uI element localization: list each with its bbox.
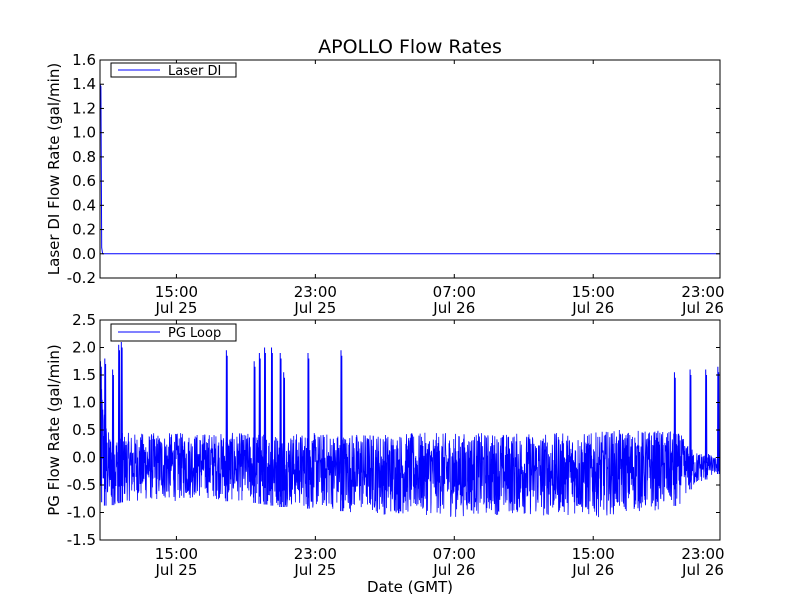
pg-loop-y-tick-label: 1.0 [72,394,96,412]
pg-loop-plot-frame [99,319,721,541]
figure-title: APOLLO Flow Rates [318,36,502,58]
laser-di-series-line [100,84,720,255]
pg-loop-spike [282,372,286,508]
laser-di-y-tick-label: -0.2 [67,269,96,287]
pg-loop-x-tick-date: Jul 26 [681,561,724,579]
pg-loop-spike [117,344,121,504]
pg-loop-y-tick-label: 2.0 [72,339,96,357]
laser-di-y-tick-label: 1.4 [72,75,96,93]
laser-di-y-tick-label: 0.2 [72,221,96,239]
pg-loop-spike [258,352,262,504]
pg-loop-x-tick-date: Jul 26 [571,561,614,579]
laser-di-y-tick-label: 0.0 [72,245,96,263]
laser-di-y-tick-label: 0.8 [72,148,96,166]
pg-loop-y-tick-label: 0.5 [72,421,96,439]
laser-di-x-tick-date: Jul 26 [571,299,614,317]
figure: APOLLO Flow Rates -0.2 0.0 0.2 0.4 0.6 0.8 1.0… [45,36,725,596]
laser-di-y-tick-label: 1.6 [72,51,96,69]
pg-loop-y-tick-label: 0.0 [72,449,96,467]
pg-loop-y-tick-label: 1.5 [72,366,96,384]
pg-loop-spike [279,352,282,508]
laser-di-x-tick-date: Jul 25 [293,299,336,317]
laser-di-legend: Laser DI [110,62,237,79]
pg-loop-y-tick-label: -0.5 [67,476,96,494]
laser-di-plot-frame [99,59,721,279]
pg-loop-spike [253,361,256,503]
laser-di-y-tick-label: 1.0 [72,124,96,142]
pg-loop-x-tick-date: Jul 26 [432,561,475,579]
pg-loop-legend: PG Loop [110,323,237,342]
pg-loop-spike [270,347,274,506]
pg-loop-spike [103,358,107,506]
laser-di-y-axis-label: Laser DI Flow Rate (gal/min) [45,63,63,275]
x-axis-label: Date (GMT) [367,578,453,596]
pg-loop-axes: -1.5-1.0-0.50.00.51.01.52.02.5 15:00Jul … [45,311,725,579]
laser-di-y-tick-label: 0.6 [72,172,96,190]
laser-di-y-tick-label: 1.2 [72,99,96,117]
pg-loop-spike [704,369,708,480]
pg-loop-y-tick-label: -1.0 [67,504,96,522]
pg-loop-x-tick-date: Jul 25 [154,561,197,579]
laser-di-axes: -0.20.00.20.40.60.81.01.21.41.6 15:00Jul… [45,51,725,317]
pg-loop-spike [689,369,692,490]
pg-loop-spike [340,350,343,512]
pg-loop-spike [673,372,677,506]
pg-loop-y-tick-label: 2.5 [72,311,96,329]
pg-loop-legend-label: PG Loop [168,326,221,341]
pg-loop-spike [120,341,124,503]
pg-loop-spike [263,347,267,505]
laser-di-x-tick-date: Jul 25 [154,299,197,317]
laser-di-x-tick-date: Jul 26 [432,299,475,317]
pg-loop-y-axis-label: PG Flow Rate (gal/min) [45,344,63,516]
pg-loop-spike [111,369,115,506]
pg-loop-spike [307,352,310,509]
pg-loop-x-tick-date: Jul 25 [293,561,336,579]
laser-di-x-tick-date: Jul 26 [681,299,724,317]
pg-loop-series-line [100,366,720,518]
laser-di-legend-label: Laser DI [168,64,221,79]
pg-loop-y-tick-label: -1.5 [67,531,96,549]
laser-di-y-tick-label: 0.4 [72,196,96,214]
pg-loop-spike [225,350,229,502]
